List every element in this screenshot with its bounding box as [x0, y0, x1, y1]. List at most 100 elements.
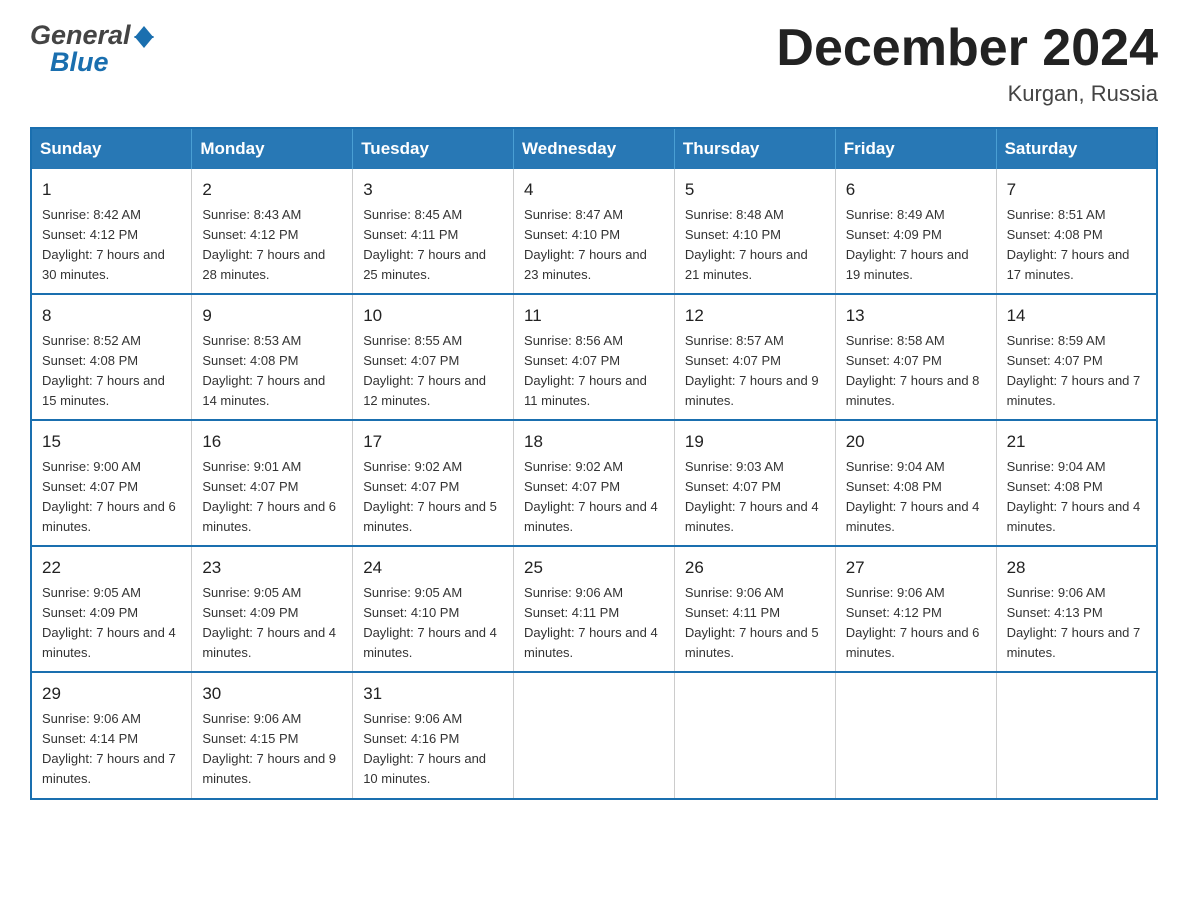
title-section: December 2024 Kurgan, Russia	[776, 20, 1158, 107]
calendar-cell	[835, 672, 996, 798]
logo-arrow-icon	[134, 26, 154, 48]
day-number: 9	[202, 303, 342, 329]
day-number: 14	[1007, 303, 1146, 329]
calendar-cell: 3Sunrise: 8:45 AMSunset: 4:11 PMDaylight…	[353, 169, 514, 294]
logo-blue-text: Blue	[50, 47, 109, 78]
day-number: 4	[524, 177, 664, 203]
calendar-cell: 23Sunrise: 9:05 AMSunset: 4:09 PMDayligh…	[192, 546, 353, 672]
day-number: 19	[685, 429, 825, 455]
day-info: Sunrise: 8:48 AMSunset: 4:10 PMDaylight:…	[685, 205, 825, 286]
calendar-cell	[514, 672, 675, 798]
calendar-week-row: 15Sunrise: 9:00 AMSunset: 4:07 PMDayligh…	[31, 420, 1157, 546]
calendar-cell: 31Sunrise: 9:06 AMSunset: 4:16 PMDayligh…	[353, 672, 514, 798]
calendar-header-tuesday: Tuesday	[353, 128, 514, 169]
calendar-cell	[674, 672, 835, 798]
day-number: 29	[42, 681, 181, 707]
day-info: Sunrise: 9:06 AMSunset: 4:15 PMDaylight:…	[202, 709, 342, 790]
calendar-cell: 1Sunrise: 8:42 AMSunset: 4:12 PMDaylight…	[31, 169, 192, 294]
calendar-cell: 20Sunrise: 9:04 AMSunset: 4:08 PMDayligh…	[835, 420, 996, 546]
day-number: 15	[42, 429, 181, 455]
calendar-header-saturday: Saturday	[996, 128, 1157, 169]
calendar-cell: 22Sunrise: 9:05 AMSunset: 4:09 PMDayligh…	[31, 546, 192, 672]
day-info: Sunrise: 8:59 AMSunset: 4:07 PMDaylight:…	[1007, 331, 1146, 412]
day-number: 5	[685, 177, 825, 203]
day-number: 23	[202, 555, 342, 581]
calendar-header-sunday: Sunday	[31, 128, 192, 169]
day-info: Sunrise: 9:05 AMSunset: 4:09 PMDaylight:…	[202, 583, 342, 664]
calendar-week-row: 8Sunrise: 8:52 AMSunset: 4:08 PMDaylight…	[31, 294, 1157, 420]
day-number: 27	[846, 555, 986, 581]
calendar-header-friday: Friday	[835, 128, 996, 169]
calendar-cell: 10Sunrise: 8:55 AMSunset: 4:07 PMDayligh…	[353, 294, 514, 420]
month-title: December 2024	[776, 20, 1158, 77]
calendar-cell: 29Sunrise: 9:06 AMSunset: 4:14 PMDayligh…	[31, 672, 192, 798]
day-number: 12	[685, 303, 825, 329]
day-number: 6	[846, 177, 986, 203]
day-number: 25	[524, 555, 664, 581]
calendar-table: SundayMondayTuesdayWednesdayThursdayFrid…	[30, 127, 1158, 799]
calendar-cell: 30Sunrise: 9:06 AMSunset: 4:15 PMDayligh…	[192, 672, 353, 798]
calendar-cell: 26Sunrise: 9:06 AMSunset: 4:11 PMDayligh…	[674, 546, 835, 672]
logo: General Blue	[30, 20, 154, 78]
calendar-cell: 8Sunrise: 8:52 AMSunset: 4:08 PMDaylight…	[31, 294, 192, 420]
calendar-cell: 19Sunrise: 9:03 AMSunset: 4:07 PMDayligh…	[674, 420, 835, 546]
calendar-cell: 27Sunrise: 9:06 AMSunset: 4:12 PMDayligh…	[835, 546, 996, 672]
calendar-cell: 15Sunrise: 9:00 AMSunset: 4:07 PMDayligh…	[31, 420, 192, 546]
day-info: Sunrise: 9:02 AMSunset: 4:07 PMDaylight:…	[363, 457, 503, 538]
day-info: Sunrise: 9:05 AMSunset: 4:09 PMDaylight:…	[42, 583, 181, 664]
day-number: 7	[1007, 177, 1146, 203]
day-info: Sunrise: 8:45 AMSunset: 4:11 PMDaylight:…	[363, 205, 503, 286]
calendar-cell: 2Sunrise: 8:43 AMSunset: 4:12 PMDaylight…	[192, 169, 353, 294]
page-header: General Blue December 2024 Kurgan, Russi…	[30, 20, 1158, 107]
day-number: 24	[363, 555, 503, 581]
day-number: 16	[202, 429, 342, 455]
day-number: 3	[363, 177, 503, 203]
calendar-cell: 25Sunrise: 9:06 AMSunset: 4:11 PMDayligh…	[514, 546, 675, 672]
day-number: 31	[363, 681, 503, 707]
day-info: Sunrise: 9:02 AMSunset: 4:07 PMDaylight:…	[524, 457, 664, 538]
day-number: 18	[524, 429, 664, 455]
calendar-cell: 17Sunrise: 9:02 AMSunset: 4:07 PMDayligh…	[353, 420, 514, 546]
day-info: Sunrise: 9:05 AMSunset: 4:10 PMDaylight:…	[363, 583, 503, 664]
day-info: Sunrise: 9:04 AMSunset: 4:08 PMDaylight:…	[1007, 457, 1146, 538]
calendar-week-row: 1Sunrise: 8:42 AMSunset: 4:12 PMDaylight…	[31, 169, 1157, 294]
calendar-week-row: 29Sunrise: 9:06 AMSunset: 4:14 PMDayligh…	[31, 672, 1157, 798]
calendar-header-monday: Monday	[192, 128, 353, 169]
day-number: 11	[524, 303, 664, 329]
day-info: Sunrise: 8:49 AMSunset: 4:09 PMDaylight:…	[846, 205, 986, 286]
day-number: 10	[363, 303, 503, 329]
day-info: Sunrise: 8:42 AMSunset: 4:12 PMDaylight:…	[42, 205, 181, 286]
calendar-cell: 24Sunrise: 9:05 AMSunset: 4:10 PMDayligh…	[353, 546, 514, 672]
day-number: 20	[846, 429, 986, 455]
day-number: 26	[685, 555, 825, 581]
day-info: Sunrise: 8:52 AMSunset: 4:08 PMDaylight:…	[42, 331, 181, 412]
day-number: 30	[202, 681, 342, 707]
day-info: Sunrise: 9:06 AMSunset: 4:11 PMDaylight:…	[685, 583, 825, 664]
calendar-cell: 21Sunrise: 9:04 AMSunset: 4:08 PMDayligh…	[996, 420, 1157, 546]
calendar-cell: 5Sunrise: 8:48 AMSunset: 4:10 PMDaylight…	[674, 169, 835, 294]
calendar-cell	[996, 672, 1157, 798]
calendar-cell: 6Sunrise: 8:49 AMSunset: 4:09 PMDaylight…	[835, 169, 996, 294]
calendar-cell: 18Sunrise: 9:02 AMSunset: 4:07 PMDayligh…	[514, 420, 675, 546]
day-number: 1	[42, 177, 181, 203]
day-info: Sunrise: 9:06 AMSunset: 4:12 PMDaylight:…	[846, 583, 986, 664]
day-number: 22	[42, 555, 181, 581]
calendar-cell: 14Sunrise: 8:59 AMSunset: 4:07 PMDayligh…	[996, 294, 1157, 420]
day-info: Sunrise: 9:04 AMSunset: 4:08 PMDaylight:…	[846, 457, 986, 538]
day-info: Sunrise: 9:06 AMSunset: 4:16 PMDaylight:…	[363, 709, 503, 790]
day-info: Sunrise: 8:47 AMSunset: 4:10 PMDaylight:…	[524, 205, 664, 286]
day-info: Sunrise: 9:06 AMSunset: 4:13 PMDaylight:…	[1007, 583, 1146, 664]
calendar-header-wednesday: Wednesday	[514, 128, 675, 169]
day-info: Sunrise: 9:06 AMSunset: 4:11 PMDaylight:…	[524, 583, 664, 664]
calendar-cell: 11Sunrise: 8:56 AMSunset: 4:07 PMDayligh…	[514, 294, 675, 420]
day-info: Sunrise: 9:06 AMSunset: 4:14 PMDaylight:…	[42, 709, 181, 790]
calendar-header-row: SundayMondayTuesdayWednesdayThursdayFrid…	[31, 128, 1157, 169]
day-info: Sunrise: 9:00 AMSunset: 4:07 PMDaylight:…	[42, 457, 181, 538]
day-info: Sunrise: 8:55 AMSunset: 4:07 PMDaylight:…	[363, 331, 503, 412]
calendar-cell: 4Sunrise: 8:47 AMSunset: 4:10 PMDaylight…	[514, 169, 675, 294]
day-number: 17	[363, 429, 503, 455]
day-number: 8	[42, 303, 181, 329]
day-info: Sunrise: 8:53 AMSunset: 4:08 PMDaylight:…	[202, 331, 342, 412]
day-info: Sunrise: 9:01 AMSunset: 4:07 PMDaylight:…	[202, 457, 342, 538]
calendar-cell: 13Sunrise: 8:58 AMSunset: 4:07 PMDayligh…	[835, 294, 996, 420]
